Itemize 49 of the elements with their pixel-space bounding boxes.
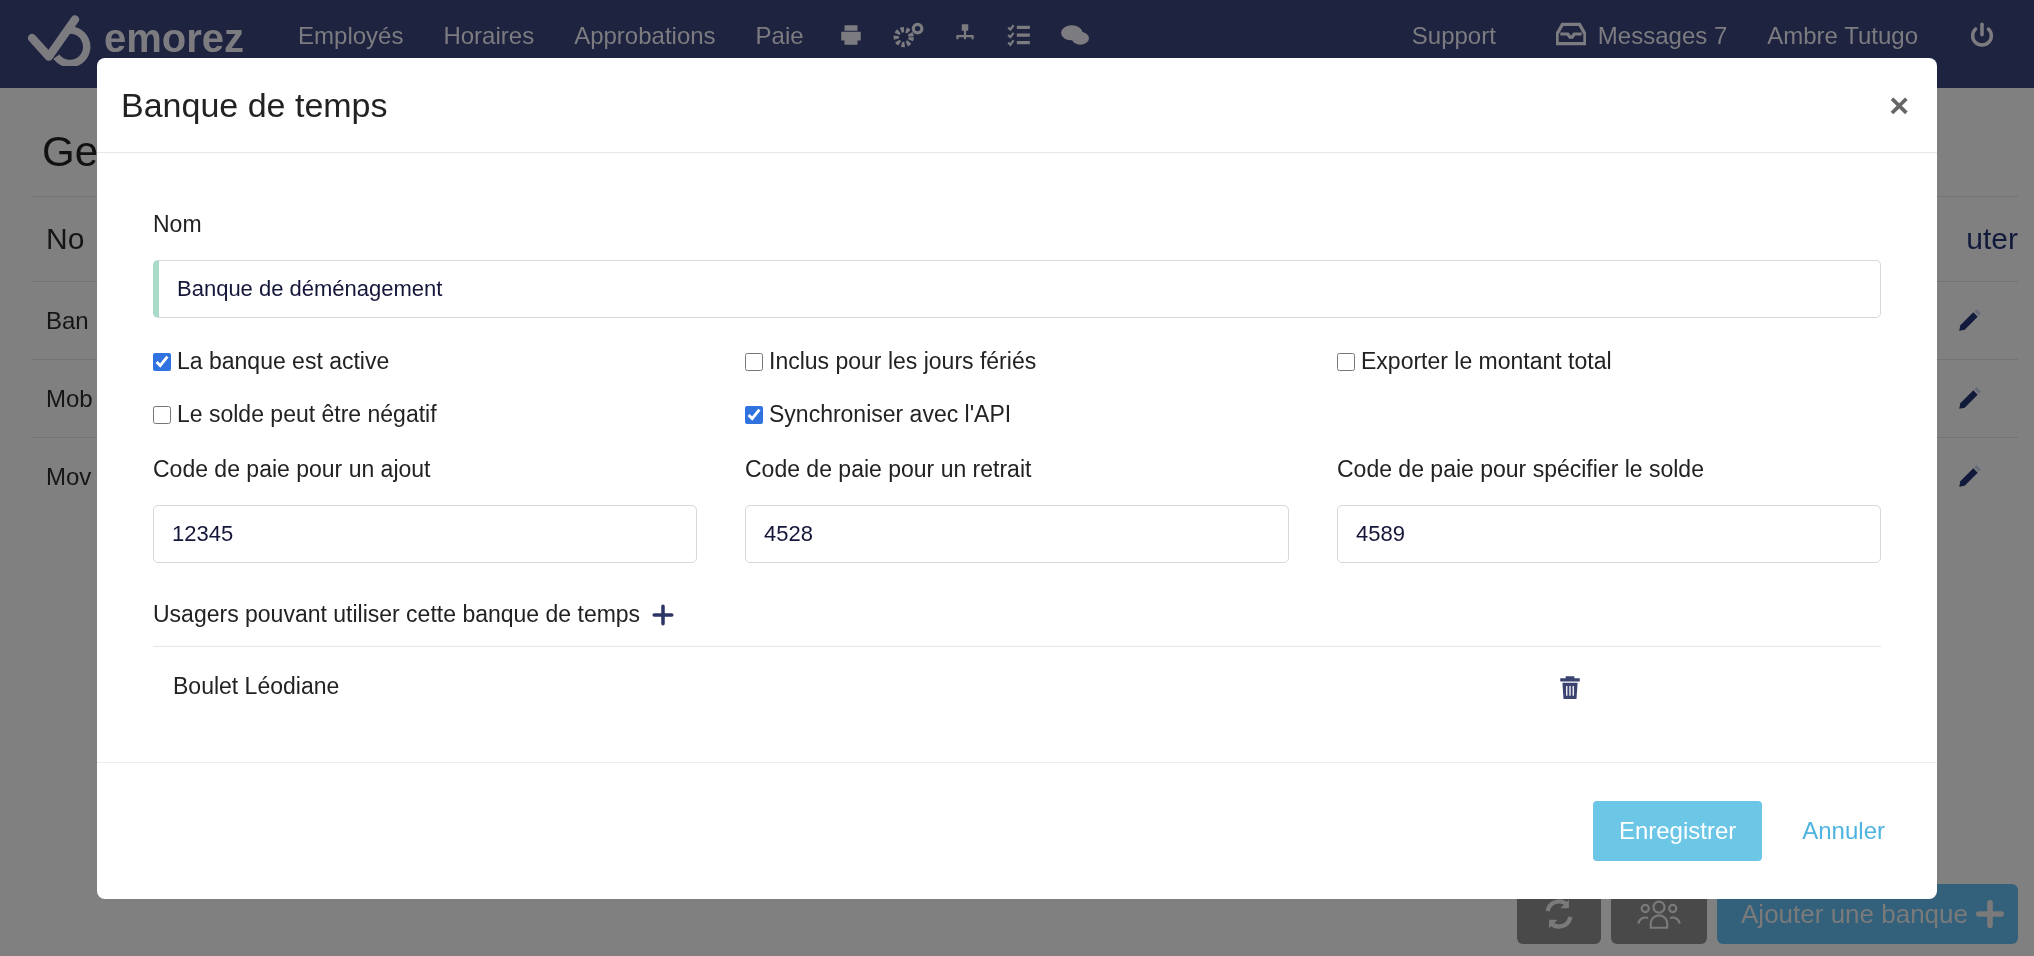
nav-link[interactable]: Employés	[298, 22, 404, 50]
field-label: Code de paie pour spécifier le solde	[1337, 456, 1705, 483]
nav-link[interactable]: Paie	[755, 22, 804, 50]
chat-bubbles-icon[interactable]	[1059, 22, 1090, 48]
checkbox[interactable]	[745, 405, 763, 424]
brand-name[interactable]: emorez	[104, 15, 245, 61]
field-label: Code de paie pour un ajout	[153, 456, 432, 483]
field-label: Code de paie pour un retrait	[745, 456, 1033, 483]
save-button[interactable]: Enregistrer	[1592, 801, 1763, 861]
pay-code-field[interactable]: 4528	[745, 505, 1289, 563]
pay-code-field[interactable]: 12345	[153, 505, 697, 563]
pencil-icon[interactable]	[1956, 463, 1982, 490]
checkbox-label: Synchroniser avec l'API	[769, 401, 1012, 428]
column-header: No	[46, 222, 85, 256]
pay-code-field[interactable]: 4589	[1337, 505, 1881, 563]
checkbox[interactable]	[745, 352, 763, 371]
nav-link[interactable]: Horaires	[443, 22, 535, 50]
inbox-icon[interactable]	[1555, 22, 1586, 46]
pencil-icon[interactable]	[1956, 385, 1982, 412]
checkbox-label: Inclus pour les jours fériés	[769, 348, 1037, 375]
pencil-icon[interactable]	[1956, 307, 1982, 334]
plus-icon	[1976, 900, 2004, 928]
checklist-icon[interactable]	[1005, 22, 1032, 48]
checkbox[interactable]	[1337, 352, 1355, 371]
column-header: uter	[1966, 222, 2018, 256]
cancel-link[interactable]: Annuler	[1802, 817, 1885, 845]
checkbox-label: La banque est active	[177, 348, 390, 375]
close-button[interactable]: ×	[1885, 85, 1913, 125]
nav-link[interactable]: Approbations	[574, 22, 716, 50]
checkbox-label: Exporter le montant total	[1361, 348, 1612, 375]
user-menu[interactable]: Ambre Tutugo	[1767, 22, 1918, 50]
name-field[interactable]: Banque de déménagement	[153, 260, 1881, 318]
messages-link[interactable]: Messages 7	[1597, 22, 1728, 50]
checkbox[interactable]	[153, 352, 171, 371]
table-cell: Ban	[46, 306, 89, 335]
support-link[interactable]: Support	[1411, 22, 1496, 50]
user-name: Boulet Léodiane	[173, 673, 341, 700]
section-label: Usagers pouvant utiliser cette banque de temps	[153, 601, 641, 628]
checkbox-label: Le solde peut être négatif	[177, 401, 437, 428]
plus-icon[interactable]	[652, 603, 675, 626]
checkbox[interactable]	[153, 405, 171, 424]
modal-title: Banque de temps	[121, 85, 388, 125]
table-cell: Mov	[46, 462, 92, 491]
trash-icon[interactable]	[1559, 673, 1581, 700]
table-cell: Mob	[46, 384, 93, 413]
page-title: Ge	[42, 128, 100, 176]
field-label: Nom	[153, 211, 203, 238]
power-icon[interactable]	[1968, 22, 1996, 50]
settings-icon[interactable]	[891, 22, 924, 48]
